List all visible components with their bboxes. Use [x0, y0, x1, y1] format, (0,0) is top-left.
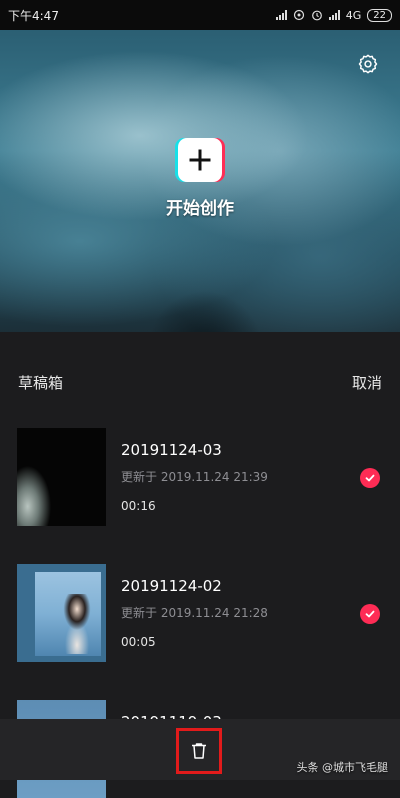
drafts-header: 草稿箱 取消	[0, 332, 400, 432]
thumbnail-person	[62, 594, 92, 654]
plus-icon	[189, 149, 211, 171]
trash-icon	[192, 743, 206, 759]
battery-indicator: 22	[367, 8, 392, 22]
signal-icon-2	[328, 10, 340, 20]
status-bar: 下午4:47 4G 22	[0, 0, 400, 30]
draft-item[interactable]: 20191124-02 更新于 2019.11.24 21:28 00:05	[0, 564, 400, 662]
bottom-bar: 头条 @城市飞毛腿	[0, 719, 400, 780]
gear-icon	[358, 54, 378, 74]
cancel-button[interactable]: 取消	[352, 372, 382, 393]
start-create-label[interactable]: 开始创作	[166, 194, 234, 219]
draft-name: 20191124-03	[121, 441, 222, 459]
settings-button[interactable]	[354, 50, 382, 78]
draft-duration: 00:16	[121, 499, 156, 513]
check-icon	[365, 474, 375, 482]
signal-icon	[275, 10, 287, 20]
hero-silhouette	[130, 210, 280, 332]
draft-thumbnail	[17, 564, 106, 662]
status-time: 下午4:47	[8, 8, 59, 23]
status-icons: 4G 22	[275, 8, 392, 22]
draft-thumbnail	[17, 428, 106, 526]
draft-item[interactable]: 20191124-03 更新于 2019.11.24 21:39 00:16	[0, 428, 400, 526]
start-create-button[interactable]	[178, 138, 222, 182]
watermark: 头条 @城市飞毛腿	[296, 761, 389, 774]
delete-button[interactable]	[176, 728, 222, 774]
network-type: 4G	[345, 8, 362, 22]
draft-updated: 更新于 2019.11.24 21:28	[121, 606, 268, 620]
alarm-icon	[311, 10, 322, 21]
select-checkbox[interactable]	[360, 468, 380, 488]
check-icon	[365, 610, 375, 618]
select-checkbox[interactable]	[360, 604, 380, 624]
hero-banner: 开始创作	[0, 30, 400, 332]
hotspot-icon	[293, 9, 304, 21]
draft-updated: 更新于 2019.11.24 21:39	[121, 470, 268, 484]
draft-name: 20191124-02	[121, 577, 222, 595]
drafts-title: 草稿箱	[18, 374, 64, 392]
create-section: 开始创作	[0, 138, 400, 219]
draft-duration: 00:05	[121, 635, 156, 649]
